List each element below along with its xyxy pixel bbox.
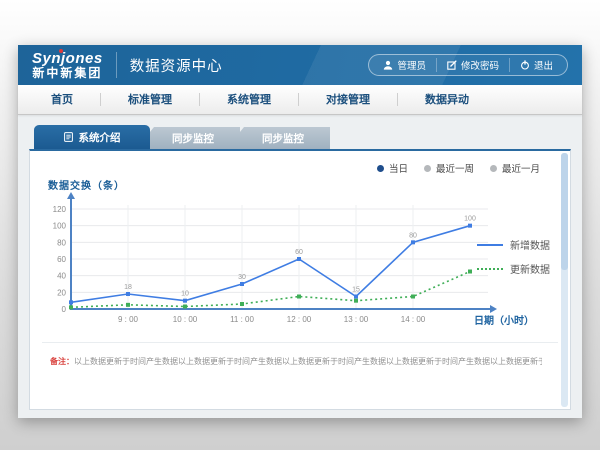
footnote-label: 备注： bbox=[50, 357, 74, 366]
power-icon bbox=[520, 60, 530, 70]
radio-dot-icon bbox=[377, 165, 384, 172]
svg-text:14 : 00: 14 : 00 bbox=[401, 315, 426, 324]
svg-text:15: 15 bbox=[352, 287, 360, 294]
radio-last-month[interactable]: 最近一月 bbox=[490, 161, 540, 175]
nav-item-standard-mgmt[interactable]: 标准管理 bbox=[101, 85, 199, 115]
edit-icon bbox=[447, 60, 457, 70]
nav-item-interface-mgmt[interactable]: 对接管理 bbox=[299, 85, 397, 115]
company-logo: Synjones 新中新集团 bbox=[32, 51, 103, 79]
main-nav: 首页 标准管理 系统管理 对接管理 数据异动 bbox=[18, 85, 582, 115]
chart-panel: 当日 最近一周 最近一月 数据交换（条） 0 20 40 60 80 100 120 9 : … bbox=[29, 149, 571, 410]
change-password-label: 修改密码 bbox=[461, 58, 499, 72]
svg-text:120: 120 bbox=[53, 205, 67, 214]
logout-button[interactable]: 退出 bbox=[509, 58, 563, 72]
time-range-selector: 当日 最近一周 最近一月 bbox=[377, 161, 540, 175]
svg-text:100: 100 bbox=[464, 216, 476, 223]
chart-legend: 新增数据 更新数据 bbox=[477, 237, 550, 276]
admin-user-button[interactable]: 管理员 bbox=[373, 58, 436, 72]
svg-text:日期（小时）: 日期（小时） bbox=[474, 314, 534, 327]
svg-text:12 : 00: 12 : 00 bbox=[287, 315, 312, 324]
nav-item-data-change[interactable]: 数据异动 bbox=[398, 85, 496, 115]
user-icon bbox=[383, 60, 393, 70]
tab-label: 同步监控 bbox=[262, 131, 304, 146]
radio-dot-icon bbox=[490, 165, 497, 172]
admin-user-label: 管理员 bbox=[397, 58, 426, 72]
svg-text:80: 80 bbox=[409, 232, 417, 239]
svg-text:40: 40 bbox=[57, 272, 66, 281]
svg-text:13 : 00: 13 : 00 bbox=[344, 315, 369, 324]
svg-text:20: 20 bbox=[57, 288, 66, 297]
header-divider bbox=[116, 52, 117, 78]
legend-item-updated-data: 更新数据 bbox=[477, 261, 550, 276]
svg-text:60: 60 bbox=[57, 255, 66, 264]
content-area: 系统介绍 同步监控 同步监控 当日 最近一周 bbox=[18, 115, 582, 410]
svg-text:60: 60 bbox=[295, 249, 303, 256]
legend-item-new-data: 新增数据 bbox=[477, 237, 550, 252]
logout-label: 退出 bbox=[534, 58, 553, 72]
tab-label: 同步监控 bbox=[172, 131, 214, 146]
user-toolbar: 管理员 修改密码 退出 bbox=[368, 54, 568, 76]
desktop-background: Synjones 新中新集团 数据资源中心 管理员 修改密码 bbox=[0, 0, 600, 450]
panel-scrollbar[interactable] bbox=[561, 153, 568, 407]
tab-sync-monitor-2[interactable]: 同步监控 bbox=[226, 127, 330, 149]
browser-page: Synjones 新中新集团 数据资源中心 管理员 修改密码 bbox=[18, 45, 582, 418]
dotted-line-sample-icon bbox=[477, 268, 503, 270]
svg-text:0: 0 bbox=[62, 305, 67, 314]
page-title: 数据资源中心 bbox=[130, 55, 223, 76]
logo-en: Synjones bbox=[32, 51, 103, 67]
svg-text:11 : 00: 11 : 00 bbox=[230, 315, 254, 324]
svg-text:9 : 00: 9 : 00 bbox=[118, 315, 139, 324]
logo-accent-dot bbox=[59, 49, 63, 53]
scrollbar-thumb[interactable] bbox=[561, 153, 568, 270]
nav-item-system-mgmt[interactable]: 系统管理 bbox=[200, 85, 298, 115]
svg-text:10 : 00: 10 : 00 bbox=[173, 315, 198, 324]
tab-sync-monitor-1[interactable]: 同步监控 bbox=[136, 127, 240, 149]
logo-cn: 新中新集团 bbox=[32, 67, 103, 80]
nav-item-home[interactable]: 首页 bbox=[24, 85, 100, 115]
footnote-text: 以上数据更新于时间产生数据以上数据更新于时间产生数据以上数据更新于时间产生数据以… bbox=[74, 357, 542, 366]
app-header: Synjones 新中新集团 数据资源中心 管理员 修改密码 bbox=[18, 45, 582, 85]
tab-system-intro[interactable]: 系统介绍 bbox=[34, 125, 150, 149]
tab-label: 系统介绍 bbox=[79, 130, 121, 145]
document-icon bbox=[64, 132, 73, 142]
y-axis-title: 数据交换（条） bbox=[48, 177, 125, 192]
svg-text:30: 30 bbox=[238, 274, 246, 281]
solid-line-sample-icon bbox=[477, 244, 503, 246]
change-password-button[interactable]: 修改密码 bbox=[436, 58, 509, 72]
tab-bar: 系统介绍 同步监控 同步监控 bbox=[34, 125, 571, 149]
svg-text:18: 18 bbox=[124, 284, 132, 291]
radio-dot-icon bbox=[424, 165, 431, 172]
footnote: 备注：以上数据更新于时间产生数据以上数据更新于时间产生数据以上数据更新于时间产生… bbox=[50, 356, 542, 367]
svg-text:80: 80 bbox=[57, 238, 66, 247]
note-divider bbox=[42, 342, 558, 343]
radio-last-week[interactable]: 最近一周 bbox=[424, 161, 474, 175]
svg-text:100: 100 bbox=[53, 222, 67, 231]
radio-today[interactable]: 当日 bbox=[377, 161, 408, 175]
svg-text:10: 10 bbox=[181, 291, 189, 298]
